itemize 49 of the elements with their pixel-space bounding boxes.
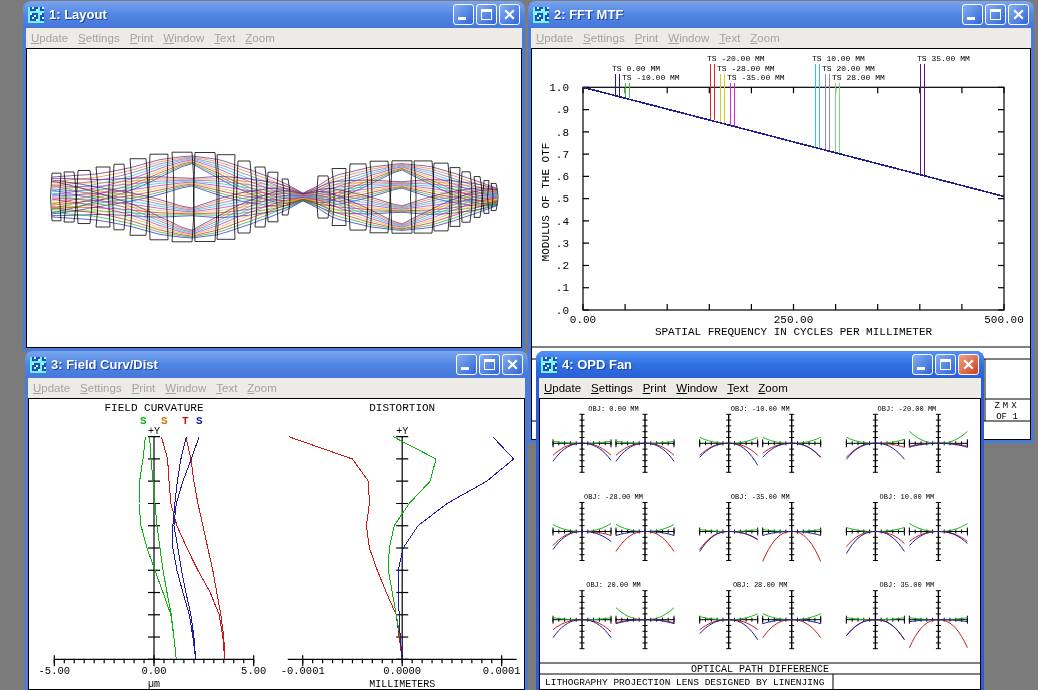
tick-label: .8 [555,126,569,139]
tick-label: .5 [555,193,569,206]
axis-title: MODULUS OF THE OTF [540,142,552,262]
axis-title: µm [148,678,160,689]
legend-label: TS 20.00 MM [822,63,875,73]
plot-caption: LITHOGRAPHY PROJECTION LENS DESIGNED BY LINENJING [545,676,825,688]
axis-title: +Y [148,425,160,437]
tick-label: 0.0000 [383,665,422,677]
axis-title: SPATIAL FREQUENCY IN CYCLES PER MILLIMETER [654,326,933,338]
legend-label: S [140,414,147,427]
footer-text: ZMX [994,401,1020,411]
tick-label: -0.0001 [280,665,325,677]
legend-label: TS -35.00 MM [727,73,785,82]
window-title: 3: Field Curv/Dist [51,356,158,373]
axis-title: MILLIMETERS [369,678,436,689]
legend-label: TS 28.00 MM [832,73,885,82]
tick-label: .3 [555,237,569,250]
tick-label: 500.00 [984,314,1024,326]
legend-label: S [161,414,168,427]
legend-label: T [182,414,189,427]
tick-label: .7 [555,148,569,161]
legend-label: TS -20.00 MM [707,54,765,63]
tick-label: .6 [555,171,569,184]
plot-caption: OPTICAL PATH DIFFERENCE [691,663,829,675]
tick-label: .2 [555,260,569,273]
tick-label: .4 [555,215,569,228]
chart-title: DISTORTION [369,402,436,414]
tick-label: -5.00 [38,665,71,677]
legend-label: TS 35.00 MM [917,54,970,63]
legend-label: S [196,414,203,427]
tick-label: 0.00 [141,665,167,677]
tick-label: .0 [555,304,569,317]
window-title: 1: Layout [49,6,107,23]
footer-text: OF 1 [996,412,1018,422]
legend-label: TS -10.00 MM [622,73,680,82]
tick-label: 0.0001 [482,665,521,677]
tick-label: 1.0 [549,82,569,94]
tick-label: .1 [555,282,569,295]
legend-label: TS -28.00 MM [717,63,775,73]
legend-label: TS 10.00 MM [812,54,865,63]
chart-title: FIELD CURVATURE [104,402,204,414]
window-title: 4: OPD Fan [562,356,633,373]
axis-title: +Y [396,425,409,437]
legend-label: TS 0.00 MM [612,63,660,73]
tick-label: .9 [555,104,569,117]
tick-label: 5.00 [241,665,267,677]
tick-label: 250.00 [773,314,814,326]
window-title: 2: FFT MTF [554,6,624,23]
tick-label: 0.00 [569,314,597,326]
